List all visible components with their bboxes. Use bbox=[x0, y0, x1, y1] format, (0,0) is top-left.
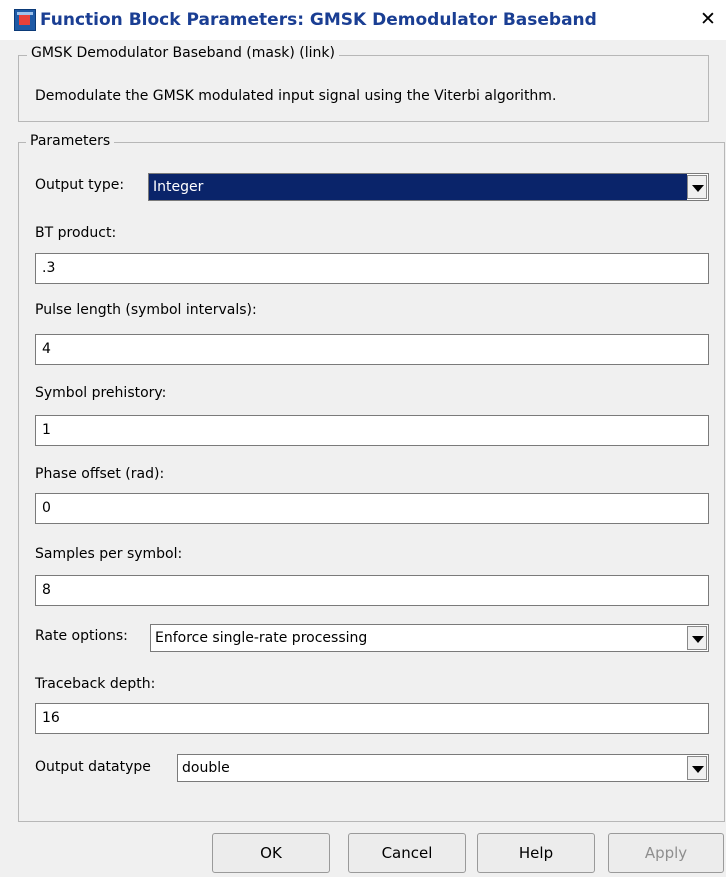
mask-description: Demodulate the GMSK modulated input sign… bbox=[35, 88, 557, 104]
rate-options-label: Rate options: bbox=[35, 628, 128, 644]
samples-per-symbol-label: Samples per symbol: bbox=[35, 546, 183, 562]
output-datatype-value: double bbox=[182, 760, 230, 776]
samples-per-symbol-field[interactable]: 8 bbox=[35, 575, 709, 606]
symbol-prehistory-label: Symbol prehistory: bbox=[35, 385, 167, 401]
chevron-down-icon[interactable] bbox=[687, 626, 707, 650]
window-title: Function Block Parameters: GMSK Demodula… bbox=[40, 10, 597, 30]
ok-button[interactable]: OK bbox=[212, 833, 330, 873]
apply-button[interactable]: Apply bbox=[608, 833, 724, 873]
output-datatype-dropdown[interactable]: double bbox=[177, 754, 709, 782]
bt-product-label: BT product: bbox=[35, 225, 117, 241]
mask-group-label: GMSK Demodulator Baseband (mask) (link) bbox=[27, 45, 339, 61]
symbol-prehistory-field[interactable]: 1 bbox=[35, 415, 709, 446]
rate-options-value: Enforce single-rate processing bbox=[155, 630, 368, 646]
traceback-depth-label: Traceback depth: bbox=[35, 676, 156, 692]
simulink-block-icon bbox=[14, 9, 36, 31]
chevron-down-icon[interactable] bbox=[687, 175, 707, 199]
pulse-length-field[interactable]: 4 bbox=[35, 334, 709, 365]
phase-offset-label: Phase offset (rad): bbox=[35, 466, 165, 482]
help-button[interactable]: Help bbox=[477, 833, 595, 873]
output-datatype-label: Output datatype bbox=[35, 759, 151, 775]
output-type-label: Output type: bbox=[35, 177, 125, 193]
bt-product-field[interactable]: .3 bbox=[35, 253, 709, 284]
rate-options-dropdown[interactable]: Enforce single-rate processing bbox=[150, 624, 709, 652]
phase-offset-field[interactable]: 0 bbox=[35, 493, 709, 524]
traceback-depth-field[interactable]: 16 bbox=[35, 703, 709, 734]
close-icon[interactable]: ✕ bbox=[700, 8, 716, 30]
output-type-dropdown[interactable]: Integer bbox=[148, 173, 709, 201]
cancel-button[interactable]: Cancel bbox=[348, 833, 466, 873]
output-type-value: Integer bbox=[149, 174, 687, 200]
pulse-length-label: Pulse length (symbol intervals): bbox=[35, 302, 257, 318]
parameters-group-label: Parameters bbox=[26, 133, 115, 149]
title-bar: Function Block Parameters: GMSK Demodula… bbox=[0, 0, 726, 40]
chevron-down-icon[interactable] bbox=[687, 756, 707, 780]
